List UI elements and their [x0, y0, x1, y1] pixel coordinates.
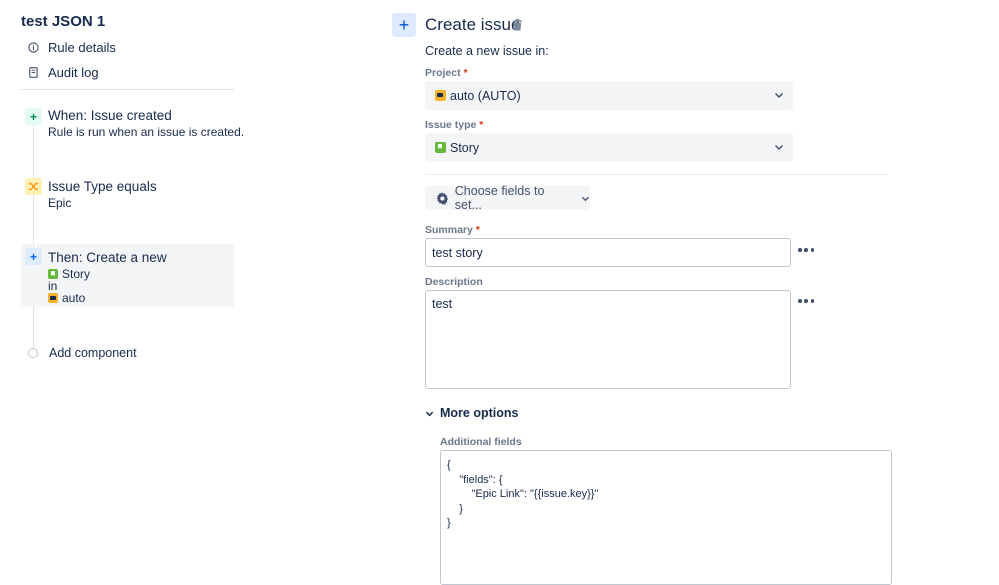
project-icon: [48, 293, 58, 303]
document-icon: [28, 67, 39, 78]
more-icon[interactable]: [798, 297, 814, 305]
add-component-label: Add component: [49, 346, 137, 360]
required-mark: *: [479, 119, 484, 131]
additional-fields-editor[interactable]: { "fields": { "Epic Link": "{{issue.key}…: [440, 450, 892, 585]
sidebar-divider: [21, 89, 234, 90]
summary-label: Summary *: [425, 224, 480, 236]
shuffle-icon: [25, 178, 42, 195]
issue-type-select[interactable]: Story: [425, 133, 793, 162]
action-project-label: auto: [62, 291, 86, 305]
issue-type-label: Issue type *: [425, 119, 483, 131]
timeline-line: [33, 120, 34, 352]
required-mark: *: [463, 67, 468, 79]
project-label: Project *: [425, 67, 468, 79]
chevron-down-icon: [774, 144, 784, 151]
action-project: auto: [48, 291, 85, 305]
trigger-component[interactable]: + When: Issue created Rule is run when a…: [21, 106, 244, 146]
project-label-text: Project: [425, 67, 461, 79]
additional-fields-label: Additional fields: [440, 436, 522, 448]
project-select-value: auto (AUTO): [450, 88, 521, 103]
action-issue-type-label: Story: [62, 267, 91, 281]
rule-details-link[interactable]: Rule details: [28, 40, 116, 55]
circle-icon: [28, 348, 38, 358]
gear-icon: [436, 192, 449, 205]
panel-title: Create issue: [425, 15, 521, 34]
more-icon[interactable]: [798, 246, 814, 254]
trigger-subtitle: Rule is run when an issue is created.: [48, 125, 245, 139]
project-select[interactable]: auto (AUTO): [425, 81, 793, 110]
trigger-title: When: Issue created: [48, 108, 172, 123]
chevron-down-icon: [774, 92, 784, 99]
condition-title: Issue Type equals: [48, 179, 157, 194]
chevron-down-icon: [581, 196, 590, 201]
chevron-down-icon: [425, 411, 434, 416]
issue-type-label-text: Issue type: [425, 119, 477, 131]
rule-title: test JSON 1: [21, 13, 106, 30]
issue-type-select-value: Story: [450, 140, 480, 155]
more-options-label: More options: [440, 406, 519, 420]
choose-fields-button[interactable]: Choose fields to set...: [425, 184, 590, 212]
rule-details-label: Rule details: [48, 40, 116, 55]
panel-subtitle: Create a new issue in:: [425, 44, 549, 58]
story-icon: [435, 142, 446, 153]
audit-log-link[interactable]: Audit log: [28, 65, 99, 80]
required-mark: *: [475, 224, 480, 236]
more-options-toggle[interactable]: More options: [425, 406, 518, 420]
condition-subtitle: Epic: [48, 196, 72, 210]
trash-icon[interactable]: [512, 18, 524, 31]
choose-fields-label: Choose fields to set...: [454, 184, 545, 212]
plus-icon: +: [392, 13, 416, 37]
info-icon: [28, 42, 39, 53]
action-component[interactable]: + Then: Create a new Story in auto: [21, 244, 234, 307]
condition-component[interactable]: Issue Type equals Epic: [21, 176, 234, 216]
story-icon: [48, 269, 58, 279]
description-label: Description: [425, 276, 483, 288]
add-component-button[interactable]: Add component: [28, 346, 137, 360]
action-title: Then: Create a new: [48, 250, 167, 265]
project-icon: [435, 90, 446, 101]
audit-log-label: Audit log: [48, 65, 99, 80]
description-textarea[interactable]: test: [425, 290, 791, 389]
section-divider: [425, 174, 888, 175]
summary-input[interactable]: test story: [425, 238, 791, 267]
summary-label-text: Summary: [425, 224, 473, 236]
plus-icon: +: [25, 248, 42, 265]
plus-icon: +: [25, 108, 42, 125]
